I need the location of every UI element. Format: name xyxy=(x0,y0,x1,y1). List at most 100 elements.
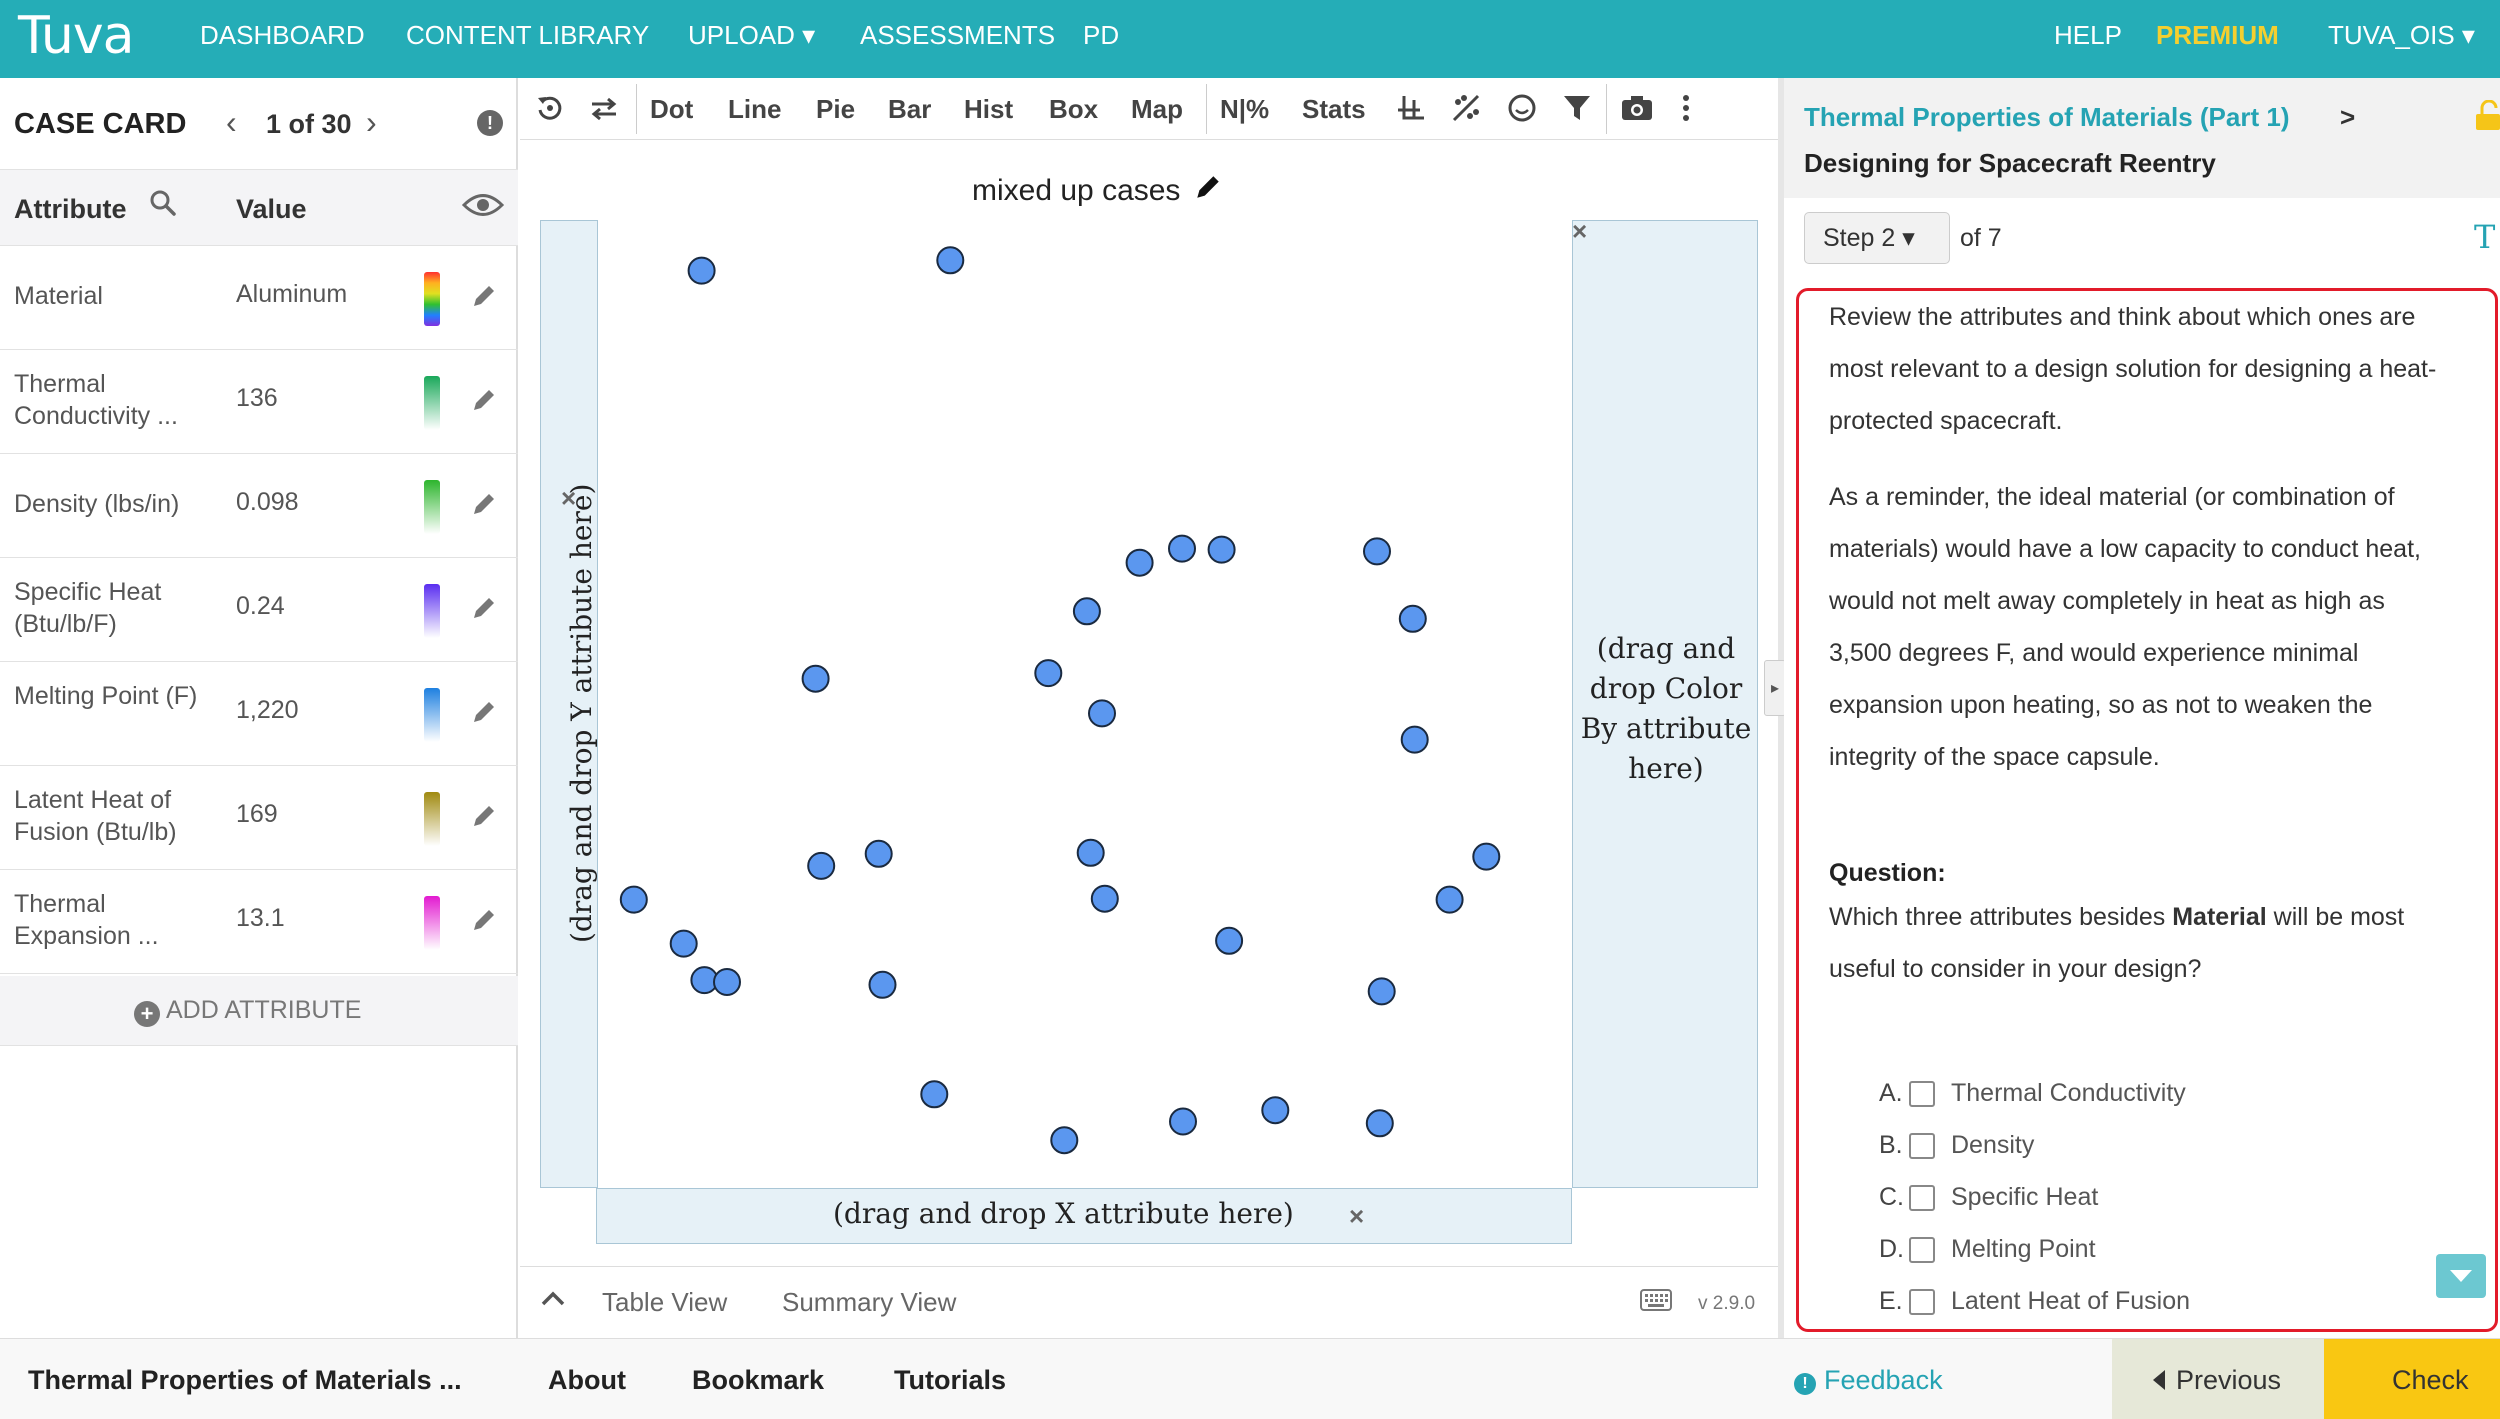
x-axis-drop-zone[interactable]: (drag and drop X attribute here) × xyxy=(596,1188,1572,1244)
case-point-15[interactable] xyxy=(713,968,741,996)
nav-upload[interactable]: UPLOAD ▾ xyxy=(688,20,815,51)
option-checkbox[interactable] xyxy=(1909,1185,1935,1211)
case-point-16[interactable] xyxy=(807,851,836,880)
attribute-row-density[interactable]: Density (lbs/in) 0.098 xyxy=(0,454,518,558)
case-point-6[interactable] xyxy=(1125,548,1154,577)
option-checkbox[interactable] xyxy=(1909,1289,1935,1315)
case-point-21[interactable] xyxy=(1215,926,1244,955)
nav-assessments[interactable]: ASSESSMENTS xyxy=(860,20,1055,51)
option-checkbox[interactable] xyxy=(1909,1081,1935,1107)
close-icon[interactable]: × xyxy=(1349,1201,1364,1232)
nav-dashboard[interactable]: DASHBOARD xyxy=(200,20,365,51)
previous-button[interactable]: Previous xyxy=(2112,1339,2324,1419)
swap-axes-icon[interactable] xyxy=(588,92,620,129)
chevron-up-icon[interactable] xyxy=(540,1287,566,1315)
summary-view-tab[interactable]: Summary View xyxy=(782,1287,956,1318)
color-swatch[interactable] xyxy=(424,688,440,742)
activity-breadcrumb-link[interactable]: Thermal Properties of Materials (Part 1) xyxy=(1804,102,2289,133)
map-button[interactable]: Map xyxy=(1131,94,1183,125)
attribute-row-melting-point[interactable]: Melting Point (F) 1,220 xyxy=(0,662,518,766)
pencil-icon[interactable] xyxy=(470,802,498,835)
close-icon[interactable]: × xyxy=(561,483,576,514)
axis-divider-icon[interactable] xyxy=(1396,92,1426,129)
nav-premium[interactable]: PREMIUM xyxy=(2156,20,2279,51)
trend-line-icon[interactable] xyxy=(1450,92,1482,129)
camera-icon[interactable] xyxy=(1620,92,1654,129)
attribute-row-specific-heat[interactable]: Specific Heat (Btu/lb/F) 0.24 xyxy=(0,558,518,662)
color-swatch[interactable] xyxy=(424,480,440,534)
case-point-29[interactable] xyxy=(1365,1109,1394,1138)
rescale-icon[interactable] xyxy=(534,92,566,129)
eye-icon[interactable] xyxy=(461,190,505,225)
pencil-icon[interactable] xyxy=(470,906,498,939)
more-menu-icon[interactable] xyxy=(1680,92,1692,129)
case-point-12[interactable] xyxy=(619,885,648,914)
attribute-row-thermal-conductivity[interactable]: Thermal Conductivity ... 136 xyxy=(0,350,518,454)
step-select[interactable]: Step 2 ▾ xyxy=(1804,212,1950,264)
case-point-20[interactable] xyxy=(868,970,897,999)
search-icon[interactable] xyxy=(148,188,178,223)
y-axis-drop-zone[interactable]: (drag and drop Y attribute here) × xyxy=(540,220,598,1188)
color-swatch[interactable] xyxy=(424,792,440,846)
case-point-19[interactable] xyxy=(1090,884,1119,913)
case-point-0[interactable] xyxy=(687,256,716,285)
scroll-down-button[interactable] xyxy=(2436,1254,2486,1298)
table-view-tab[interactable]: Table View xyxy=(602,1287,727,1318)
close-icon[interactable]: × xyxy=(1572,216,1587,247)
option-checkbox[interactable] xyxy=(1909,1237,1935,1263)
case-point-10[interactable] xyxy=(1398,604,1427,633)
case-point-13[interactable] xyxy=(669,929,698,958)
case-point-27[interactable] xyxy=(1169,1107,1197,1136)
translate-icon[interactable]: T xyxy=(2474,218,2495,256)
attribute-row-material[interactable]: Material Aluminum xyxy=(0,246,518,350)
attribute-row-thermal-expansion[interactable]: Thermal Expansion ... 13.1 xyxy=(0,870,518,974)
nav-user-menu[interactable]: TUVA_OIS ▾ xyxy=(2328,20,2475,51)
feedback-link[interactable]: ! Feedback xyxy=(1794,1365,1943,1396)
color-swatch[interactable] xyxy=(424,584,440,638)
case-point-4[interactable] xyxy=(1088,699,1116,728)
case-point-5[interactable] xyxy=(1072,597,1101,626)
unlock-icon[interactable] xyxy=(2476,100,2500,130)
bar-chart-button[interactable]: Bar xyxy=(888,94,931,125)
filter-icon[interactable] xyxy=(1562,92,1592,129)
case-point-23[interactable] xyxy=(1472,842,1501,871)
tutorials-link[interactable]: Tutorials xyxy=(894,1365,1006,1396)
chevron-right-icon[interactable]: › xyxy=(366,104,377,141)
box-plot-button[interactable]: Box xyxy=(1049,94,1098,125)
case-point-22[interactable] xyxy=(1435,885,1464,914)
color-swatch[interactable] xyxy=(424,272,440,326)
count-percent-button[interactable]: N|% xyxy=(1220,94,1269,125)
pencil-icon[interactable] xyxy=(470,282,498,315)
about-link[interactable]: About xyxy=(548,1365,626,1396)
caret-right-icon[interactable]: ▸ xyxy=(1764,660,1786,716)
pencil-icon[interactable] xyxy=(1193,172,1223,202)
stats-button[interactable]: Stats xyxy=(1302,94,1366,125)
pencil-icon[interactable] xyxy=(470,698,498,731)
case-point-25[interactable] xyxy=(920,1080,949,1109)
case-point-17[interactable] xyxy=(864,839,893,868)
histogram-button[interactable]: Hist xyxy=(964,94,1013,125)
check-button[interactable]: Check xyxy=(2324,1339,2500,1419)
color-swatch[interactable] xyxy=(424,376,440,430)
option-checkbox[interactable] xyxy=(1909,1133,1935,1159)
smile-icon[interactable] xyxy=(1506,92,1538,129)
case-point-26[interactable] xyxy=(1050,1126,1079,1155)
case-point-3[interactable] xyxy=(1034,659,1063,688)
scatter-plot[interactable] xyxy=(598,220,1572,1188)
tuva-logo[interactable]: Tuva xyxy=(18,6,134,66)
nav-help[interactable]: HELP xyxy=(2054,20,2122,51)
info-icon[interactable]: ! xyxy=(477,110,503,136)
case-point-11[interactable] xyxy=(1400,725,1429,754)
dot-plot-button[interactable]: Dot xyxy=(650,94,693,125)
chevron-left-icon[interactable]: ‹ xyxy=(226,104,237,141)
case-point-24[interactable] xyxy=(1367,977,1396,1006)
nav-pd[interactable]: PD xyxy=(1083,20,1119,51)
case-point-18[interactable] xyxy=(1076,838,1105,867)
case-point-1[interactable] xyxy=(936,246,965,275)
case-point-7[interactable] xyxy=(1168,534,1196,563)
line-plot-button[interactable]: Line xyxy=(728,94,781,125)
color-swatch[interactable] xyxy=(424,896,440,950)
keyboard-icon[interactable] xyxy=(1640,1289,1672,1316)
case-point-2[interactable] xyxy=(801,664,830,693)
case-point-28[interactable] xyxy=(1261,1096,1290,1125)
